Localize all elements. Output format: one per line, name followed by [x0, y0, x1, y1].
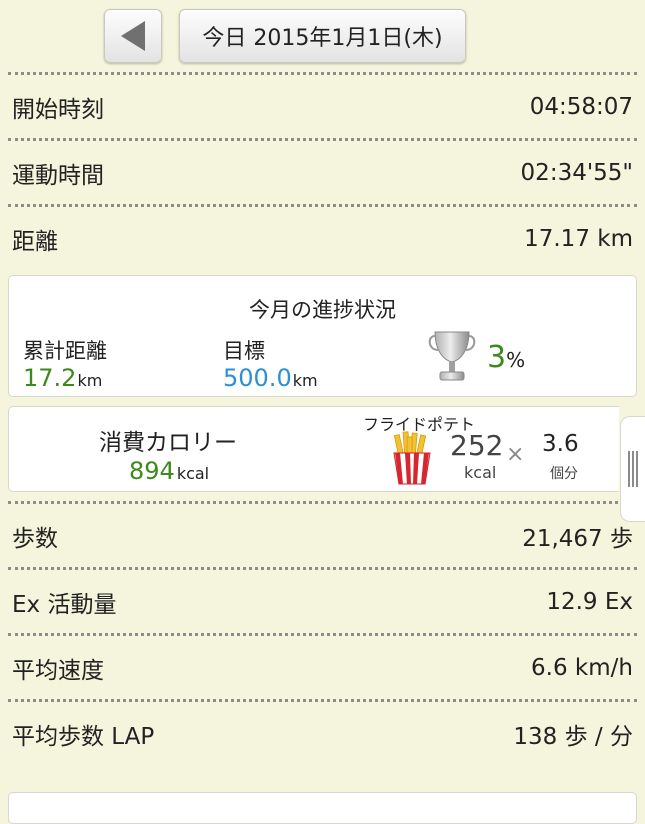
drawer-handle[interactable] [620, 416, 645, 522]
progress-percent: 3% [487, 340, 526, 375]
back-arrow-icon [121, 21, 145, 51]
stat-value: 6.6 km/h [531, 654, 633, 681]
stat-row-distance: 距離 17.17 km [0, 207, 645, 270]
bottom-card [8, 792, 637, 824]
calories-card: 消費カロリー 894 kcal フライドポテト 252 kcal × 3.6 個分 [8, 406, 619, 492]
food-kcal-unit: kcal [464, 463, 497, 482]
stat-label: 平均歩数 LAP [12, 723, 155, 750]
total-distance-value: 17.2km [23, 364, 103, 392]
progress-title: 今月の進捗状況 [249, 298, 396, 322]
stat-label: Ex 活動量 [12, 591, 117, 618]
calories-value: 894 kcal [129, 457, 210, 485]
date-button[interactable]: 今日 2015年1月1日(木) [179, 9, 466, 63]
stat-row-avg-steps-lap: 平均歩数 LAP 138 歩 / 分 [0, 702, 645, 765]
goal-label: 目標 [223, 339, 265, 363]
stat-label: 距離 [12, 228, 58, 255]
stat-row-start-time: 開始時刻 04:58:07 [0, 75, 645, 138]
food-kcal: 252 [450, 429, 504, 462]
stat-value: 17.17 km [524, 225, 633, 252]
stat-label: 開始時刻 [12, 96, 104, 123]
back-button[interactable] [104, 9, 162, 63]
stat-label: 平均速度 [12, 657, 104, 684]
french-fries-icon [393, 431, 431, 485]
calories-title: 消費カロリー [99, 430, 237, 456]
stat-value: 138 歩 / 分 [513, 723, 633, 750]
stat-value: 02:34'55" [520, 159, 633, 186]
stat-label: 歩数 [12, 525, 58, 552]
stat-row-steps: 歩数 21,467 歩 [0, 504, 645, 567]
goal-value: 500.0km [223, 364, 318, 392]
times-icon: × [506, 442, 525, 467]
food-count-unit: 個分 [550, 466, 578, 482]
food-count: 3.6 [542, 431, 579, 457]
stat-label: 運動時間 [12, 162, 104, 189]
stat-value: 12.9 Ex [546, 588, 633, 615]
monthly-progress-card: 今月の進捗状況 累計距離 17.2km 目標 500.0km 3% [8, 275, 637, 397]
stat-row-activity: Ex 活動量 12.9 Ex [0, 570, 645, 633]
stat-value: 04:58:07 [529, 93, 633, 120]
stat-row-exercise-time: 運動時間 02:34'55" [0, 141, 645, 204]
trophy-icon [428, 331, 476, 381]
stat-value: 21,467 歩 [522, 525, 633, 552]
total-distance-label: 累計距離 [23, 339, 107, 363]
grip-icon [628, 451, 638, 487]
header: 今日 2015年1月1日(木) [0, 0, 645, 72]
stat-row-avg-speed: 平均速度 6.6 km/h [0, 636, 645, 699]
